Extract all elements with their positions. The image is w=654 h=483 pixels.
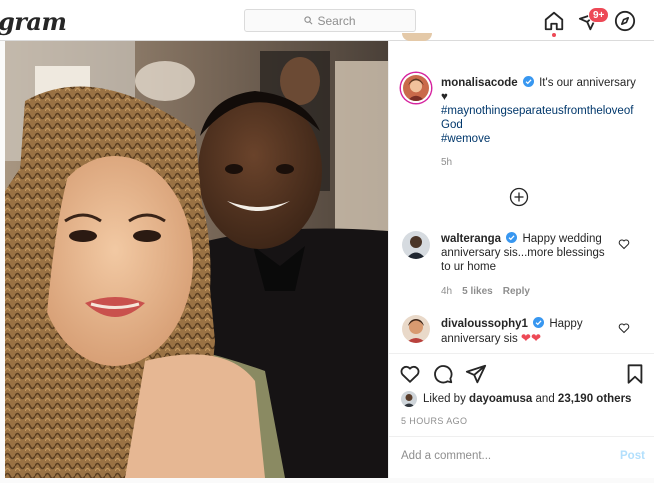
caption-heart: ♥ [441,91,448,103]
comment-username[interactable]: divaloussophy1 [441,318,528,330]
commenter-avatar[interactable] [402,315,430,343]
comment-username[interactable]: walteranga [441,233,501,245]
hashtag-link[interactable]: #wemove [441,132,636,146]
instagram-logo[interactable]: gram [0,7,67,36]
author-avatar[interactable] [401,73,431,103]
post-comment-button[interactable]: Post [620,450,645,462]
like-count[interactable]: 23,190 others [558,393,632,405]
reply-button[interactable]: Reply [503,286,530,297]
post-caption: monalisacode It's our anniversary ♥ #may… [441,76,636,146]
notification-badge: 9+ [588,7,610,23]
caption-text: It's our anniversary [539,77,636,89]
comment-likes[interactable]: 5 likes [462,286,493,297]
couple-photo-illustration [5,41,388,478]
post-header-remnant [388,33,448,41]
active-indicator-dot [552,33,556,37]
verified-icon [506,232,518,243]
liked-by-user[interactable]: dayoamusa [469,393,532,405]
explore-icon[interactable] [614,10,636,32]
red-hearts: ❤❤ [520,331,542,345]
add-circle-icon[interactable] [509,187,529,207]
search-icon [304,16,313,25]
post-timestamp: 5 HOURS AGO [401,416,468,426]
divider [388,436,654,437]
search-box[interactable]: Search [244,9,416,32]
share-icon[interactable] [465,363,487,385]
verified-icon [533,317,545,328]
home-icon[interactable] [543,10,565,32]
comment-item: divaloussophy1 Happy anniversary sis ❤❤ [441,317,611,346]
liker-avatar[interactable] [401,391,417,407]
liked-by-prefix: Liked by [423,393,466,405]
liked-by-and: and [535,393,555,405]
comment-meta: 4h 5 likes Reply [441,286,530,297]
bookmark-icon[interactable] [624,363,646,385]
author-username[interactable]: monalisacode [441,77,518,89]
search-placeholder: Search [317,13,356,28]
liked-by-line: Liked by dayoamusa and 23,190 others [401,391,631,407]
add-comment-input[interactable]: Add a comment... [401,450,491,462]
comment-time: 4h [441,286,453,297]
post-photo[interactable] [5,41,388,478]
heart-icon[interactable] [618,322,630,334]
heart-icon[interactable] [618,238,630,250]
verified-icon [522,76,534,87]
caption-time: 5h [441,157,453,168]
top-navigation-bar: gram Search 9+ [0,0,654,41]
divider [388,353,654,354]
page-bottom-edge [0,478,654,483]
comment-item: walteranga Happy wedding anniversary sis… [441,232,611,274]
hashtag-link[interactable]: #maynothingseparateusfromtheloveofGod [441,104,636,132]
like-icon[interactable] [399,363,421,385]
comment-icon[interactable] [432,363,454,385]
commenter-avatar[interactable] [402,231,430,259]
